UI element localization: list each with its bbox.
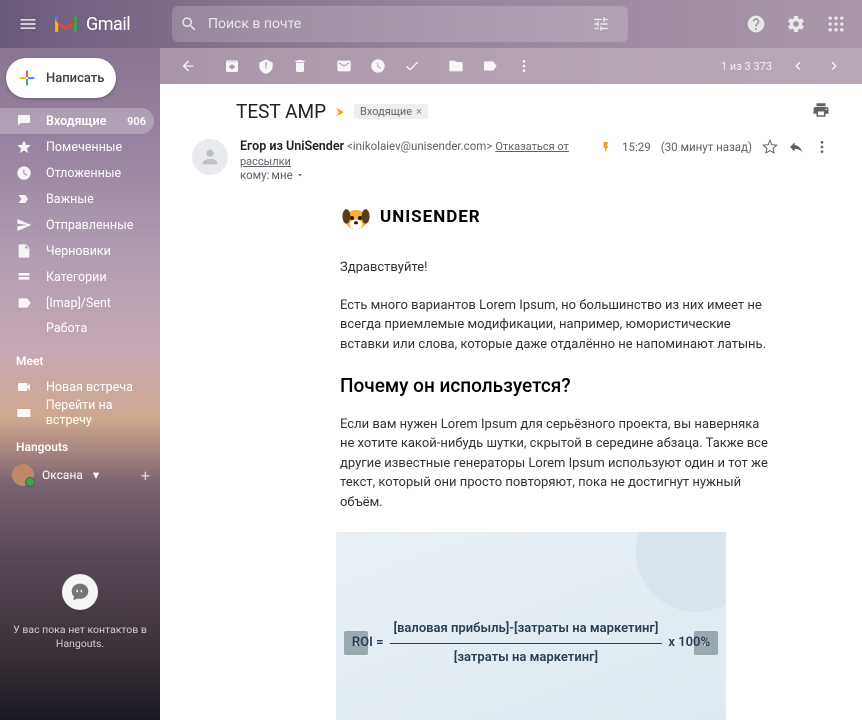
star-button[interactable]	[762, 139, 778, 155]
video-icon	[16, 379, 32, 395]
compose-label: Написать	[46, 71, 104, 86]
sidebar-sub-work[interactable]: Работа	[0, 316, 160, 340]
sidebar-item-snoozed[interactable]: Отложенные	[0, 160, 154, 186]
labels-button[interactable]	[474, 50, 506, 82]
hangouts-username: Оксана	[42, 468, 83, 482]
gmail-logo[interactable]: Gmail	[52, 13, 152, 35]
reply-button[interactable]	[788, 139, 804, 155]
pager-text: 1 из 3 373	[721, 60, 772, 73]
search-options-icon[interactable]	[592, 15, 610, 33]
hangouts-add-button[interactable]: +	[141, 466, 150, 485]
main-menu-button[interactable]	[8, 4, 48, 44]
email-subject: TEST AMP	[236, 100, 326, 123]
more-button[interactable]	[508, 50, 540, 82]
print-button[interactable]	[812, 101, 830, 123]
label-icon	[16, 295, 32, 311]
meet-join-meeting[interactable]: Перейти на встречу	[0, 400, 160, 426]
important-marker-icon[interactable]: ⮞	[336, 105, 344, 119]
email-time-relative: (30 минут назад)	[661, 140, 752, 154]
greeting-text: Здравствуйте!	[340, 258, 770, 278]
clock-icon	[16, 165, 32, 181]
support-icon[interactable]	[738, 6, 774, 42]
search-input[interactable]	[208, 16, 592, 32]
important-icon	[16, 191, 32, 207]
chevron-down-icon	[295, 170, 305, 180]
email-label-chip[interactable]: Входящие ×	[354, 104, 428, 119]
app-name: Gmail	[86, 14, 130, 35]
sender-email: <inikolaiev@unisender.com>	[347, 139, 492, 153]
settings-icon[interactable]	[778, 6, 814, 42]
next-button[interactable]	[818, 50, 850, 82]
sidebar-item-imap-sent[interactable]: [Imap]/Sent	[0, 290, 154, 316]
hangouts-section-head: Hangouts	[0, 426, 160, 460]
more-actions-button[interactable]	[814, 139, 830, 155]
apps-icon[interactable]	[818, 6, 854, 42]
amp-bolt-icon	[600, 139, 612, 155]
keyboard-icon	[16, 405, 32, 421]
brand-logo: UNISENDER	[340, 202, 770, 234]
sidebar-item-categories[interactable]: Категории	[0, 264, 154, 290]
sent-icon	[16, 217, 32, 233]
meet-new-meeting[interactable]: Новая встреча	[0, 374, 160, 400]
snooze-button[interactable]	[362, 50, 394, 82]
categories-icon	[16, 269, 32, 285]
move-to-button[interactable]	[440, 50, 472, 82]
prev-button[interactable]	[782, 50, 814, 82]
drafts-icon	[16, 243, 32, 259]
carousel: ROI = [валовая прибыль]-[затраты на марк…	[336, 532, 726, 720]
add-task-button[interactable]	[396, 50, 428, 82]
mark-unread-button[interactable]	[328, 50, 360, 82]
sidebar-item-drafts[interactable]: Черновики	[0, 238, 154, 264]
sidebar-item-starred[interactable]: Помеченные	[0, 134, 154, 160]
paragraph-1: Есть много вариантов Lorem Ipsum, но бол…	[340, 296, 770, 355]
sender-avatar[interactable]	[192, 139, 228, 175]
compose-button[interactable]: Написать	[6, 58, 116, 98]
sidebar-item-inbox[interactable]: Входящие 906	[0, 108, 154, 134]
star-icon	[16, 139, 32, 155]
hangouts-empty-text: У вас пока нет контактов в Hangouts.	[0, 623, 160, 652]
search-icon	[180, 15, 198, 33]
label-remove-icon[interactable]: ×	[416, 105, 422, 118]
paragraph-2: Если вам нужен Lorem Ipsum для серьёзног…	[340, 415, 770, 513]
sidebar-item-important[interactable]: Важные	[0, 186, 154, 212]
roi-formula: ROI = [валовая прибыль]-[затраты на марк…	[352, 619, 710, 667]
hangouts-avatar[interactable]	[12, 464, 34, 486]
sender-name: Егор из UniSender	[240, 139, 344, 154]
back-button[interactable]	[172, 50, 204, 82]
email-time: 15:29	[622, 140, 651, 154]
archive-button[interactable]	[216, 50, 248, 82]
spam-button[interactable]	[250, 50, 282, 82]
chevron-down-icon[interactable]: ▾	[93, 467, 99, 483]
meet-section-head: Meet	[0, 340, 160, 374]
inbox-icon	[16, 113, 32, 129]
delete-button[interactable]	[284, 50, 316, 82]
search-bar[interactable]	[172, 6, 628, 42]
recipient-row[interactable]: кому: мне	[240, 168, 588, 182]
hangouts-bubble-icon	[62, 574, 98, 610]
sidebar-item-sent[interactable]: Отправленные	[0, 212, 154, 238]
section-heading: Почему он используется?	[340, 372, 770, 401]
